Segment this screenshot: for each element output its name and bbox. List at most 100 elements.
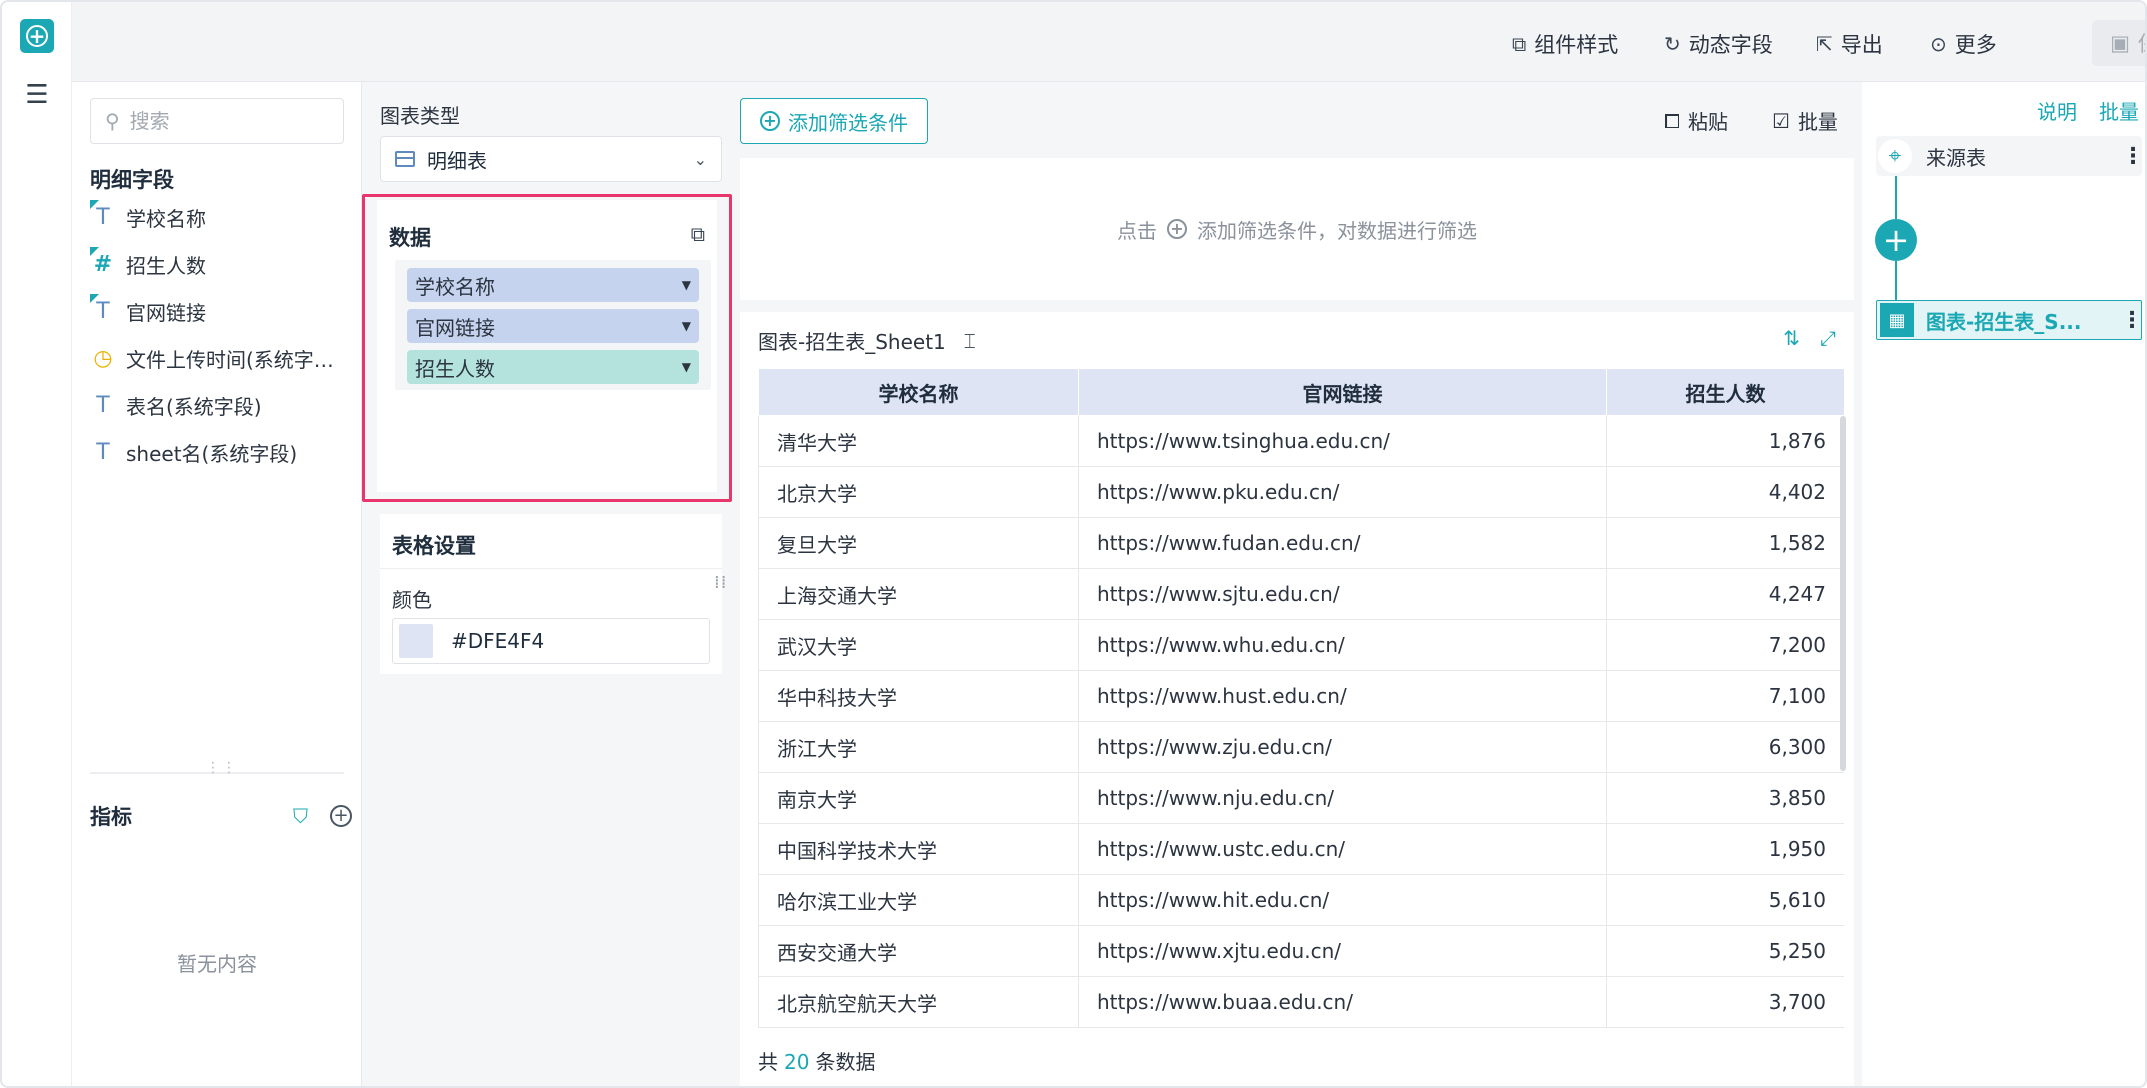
cell-enrollment: 4,402 <box>1606 466 1844 518</box>
field-item-sheet-name[interactable]: T sheet名(系统字段) <box>90 435 352 469</box>
data-field-drop-area[interactable]: 学校名称 ▼ 官网链接 ▼ 招生人数 ▼ <box>395 260 711 390</box>
cell-school: 复旦大学 <box>758 517 1079 569</box>
column-header[interactable]: 官网链接 <box>1078 368 1607 416</box>
more-button[interactable]: ⊙ 更多 <box>1930 26 1997 62</box>
main-area: + 添加筛选条件 ⧠ 粘贴 ☑ 批量 点击 + 添加筛选条件，对数据进行筛选 图… <box>732 82 1862 1086</box>
chevron-down-icon: ⌄ <box>693 149 707 169</box>
divider <box>380 568 722 569</box>
plus-icon: + <box>26 25 48 47</box>
field-item-website[interactable]: T 官网链接 <box>90 294 352 328</box>
table-header-row: 学校名称 官网链接 招生人数 <box>758 368 1844 416</box>
text-type-icon: T <box>96 392 110 418</box>
flow-connector <box>1895 261 1897 300</box>
color-swatch[interactable] <box>399 624 433 658</box>
table-row: 武汉大学 https://www.whu.edu.cn/7,200 <box>758 619 1844 671</box>
dynamic-field-button[interactable]: ↻ 动态字段 <box>1664 26 1773 62</box>
cell-school: 中国科学技术大学 <box>758 823 1079 875</box>
more-icon: ⊙ <box>1930 32 1947 56</box>
cell-website: https://www.sjtu.edu.cn/ <box>1078 568 1607 620</box>
cell-website: https://www.ustc.edu.cn/ <box>1078 823 1607 875</box>
add-component-button[interactable]: + <box>20 19 54 53</box>
cell-school: 华中科技大学 <box>758 670 1079 722</box>
resize-handle-icon[interactable]: ⁞⁞ <box>714 572 727 593</box>
more-vertical-icon[interactable]: ⋮ <box>2121 308 2143 333</box>
caret-down-icon[interactable]: ▼ <box>682 360 691 374</box>
component-style-button[interactable]: ⧉ 组件样式 <box>1512 26 1618 62</box>
filter-area[interactable]: 点击 + 添加筛选条件，对数据进行筛选 <box>740 158 1854 300</box>
chart-type-select[interactable]: 明细表 ⌄ <box>380 136 722 182</box>
batch-link[interactable]: 批量 <box>2099 96 2139 125</box>
cell-enrollment: 1,876 <box>1606 415 1844 467</box>
chart-node[interactable]: ▦ 图表-招生表_S... ⋮ <box>1876 300 2143 340</box>
clock-icon: ◷ <box>93 345 113 371</box>
color-picker-field[interactable]: #DFE4F4 <box>392 618 710 664</box>
field-item-school-name[interactable]: T 学校名称 <box>90 200 352 234</box>
total-count: 共 20 条数据 <box>758 1050 876 1074</box>
caret-down-icon[interactable]: ▼ <box>682 319 691 333</box>
caret-down-icon[interactable]: ▼ <box>682 278 691 292</box>
add-filter-button[interactable]: + 添加筛选条件 <box>740 98 928 144</box>
more-vertical-icon[interactable]: ⋮ <box>2122 144 2144 169</box>
field-item-table-name[interactable]: T 表名(系统字段) <box>90 388 352 422</box>
search-icon: ⚲ <box>105 109 120 133</box>
top-toolbar: ⧉ 组件样式 ↻ 动态字段 ⇱ 导出 ⊙ 更多 ▣ 保存 <box>72 2 2145 82</box>
table-row: 复旦大学 https://www.fudan.edu.cn/1,582 <box>758 517 1844 569</box>
save-button[interactable]: ▣ 保存 <box>2092 20 2145 66</box>
add-node-button[interactable]: + <box>1875 219 1917 261</box>
column-header[interactable]: 学校名称 <box>758 368 1079 416</box>
table-row: 北京航空航天大学 https://www.buaa.edu.cn/3,700 <box>758 976 1844 1028</box>
data-table: 学校名称 官网链接 招生人数 清华大学 https://www.tsinghua.… <box>758 368 1844 1028</box>
add-metric-icon[interactable]: + <box>330 805 352 827</box>
data-title: 数据 <box>389 226 431 250</box>
paste-button[interactable]: ⧠ 粘贴 <box>1664 106 1728 135</box>
drag-handle-icon[interactable]: ⋮⋮ <box>206 760 238 776</box>
cell-website: https://www.pku.edu.cn/ <box>1078 466 1607 518</box>
field-item-upload-time[interactable]: ◷ 文件上传时间(系统字… <box>90 341 352 375</box>
table-icon <box>395 151 415 167</box>
cell-enrollment: 3,850 <box>1606 772 1844 824</box>
text-type-icon: T <box>90 200 116 230</box>
search-input[interactable] <box>129 109 310 133</box>
fullscreen-icon[interactable]: ⤢ <box>1820 326 1836 350</box>
cell-enrollment: 7,200 <box>1606 619 1844 671</box>
chart-title: 图表-招生表_Sheet1 ⌶ <box>758 328 976 355</box>
source-table-node[interactable]: ⌖ 来源表 ⋮ <box>1876 136 2144 176</box>
data-section-highlight: 数据 ⧉ 学校名称 ▼ 官网链接 ▼ 招生人数 ▼ <box>362 194 732 502</box>
data-field-chip-school-name[interactable]: 学校名称 ▼ <box>407 268 699 302</box>
chart-card: 图表-招生表_Sheet1 ⌶ ⇅ ⤢ 学校名称 官网链接 招生人数 清华大学 … <box>740 312 1854 1086</box>
data-field-chip-enrollment[interactable]: 招生人数 ▼ <box>407 350 699 384</box>
detail-fields-title: 明细字段 <box>90 168 174 192</box>
field-panel: ⚲ 明细字段 T 学校名称 # 招生人数 T 官网链接 ◷ 文件上传时间(系统字… <box>72 82 362 1086</box>
rename-icon[interactable]: ⌶ <box>964 329 976 353</box>
cell-enrollment: 4,247 <box>1606 568 1844 620</box>
cell-website: https://www.nju.edu.cn/ <box>1078 772 1607 824</box>
filter-metric-icon[interactable]: ⛉ <box>293 804 308 828</box>
sort-icon[interactable]: ⇅ <box>1783 326 1800 350</box>
export-button[interactable]: ⇱ 导出 <box>1816 26 1883 62</box>
cell-enrollment: 5,250 <box>1606 925 1844 977</box>
cell-website: https://www.fudan.edu.cn/ <box>1078 517 1607 569</box>
cell-school: 西安交通大学 <box>758 925 1079 977</box>
config-panel: 图表类型 明细表 ⌄ 数据 ⧉ 学校名称 ▼ 官网链接 ▼ 招生人数 ▼ 表格设… <box>362 82 732 1086</box>
checkbox-icon: ☑ <box>1772 108 1790 133</box>
cell-school: 南京大学 <box>758 772 1079 824</box>
chart-type-label: 图表类型 <box>380 104 460 128</box>
outline-menu-icon[interactable]: ☰ <box>20 78 54 112</box>
text-type-icon: T <box>96 439 110 465</box>
batch-button[interactable]: ☑ 批量 <box>1772 106 1838 135</box>
table-scrollbar[interactable] <box>1840 416 1846 771</box>
flow-panel: 说明 批量 ⌖ 来源表 ⋮ + ▦ 图表-招生表_S... ⋮ <box>1862 82 2145 1086</box>
table-settings-title: 表格设置 <box>392 534 476 558</box>
cell-website: https://www.hust.edu.cn/ <box>1078 670 1607 722</box>
data-field-chip-website[interactable]: 官网链接 ▼ <box>407 309 699 343</box>
table-row: 西安交通大学 https://www.xjtu.edu.cn/5,250 <box>758 925 1844 977</box>
open-external-icon[interactable]: ⧉ <box>691 222 705 246</box>
field-item-enrollment[interactable]: # 招生人数 <box>90 247 352 281</box>
column-header[interactable]: 招生人数 <box>1606 368 1844 416</box>
explain-link[interactable]: 说明 <box>2037 96 2077 125</box>
table-row: 中国科学技术大学 https://www.ustc.edu.cn/1,950 <box>758 823 1844 875</box>
cell-enrollment: 1,950 <box>1606 823 1844 875</box>
cell-website: https://www.hit.edu.cn/ <box>1078 874 1607 926</box>
text-type-icon: T <box>90 294 116 324</box>
chart-tools: ⇅ ⤢ <box>1783 326 1836 350</box>
